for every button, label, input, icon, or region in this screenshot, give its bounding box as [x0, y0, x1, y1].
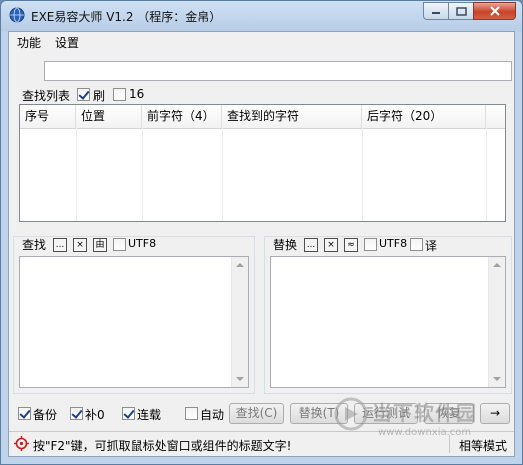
replace-scrollbar[interactable]	[488, 257, 505, 387]
status-hint: 按"F2"键，可抓取鼠标处窗口或组件的标题文字!	[33, 439, 292, 453]
scroll-up-icon[interactable]	[493, 263, 501, 267]
col-prefix[interactable]: 前字符（4）	[142, 105, 222, 128]
find-ellipsis-button[interactable]: ...	[53, 238, 67, 252]
column-divider	[222, 128, 223, 221]
find-label: 查找	[22, 238, 47, 252]
auto-label: 自动	[200, 408, 225, 422]
hex16-checkbox[interactable]	[113, 88, 126, 101]
pad-zero-checkbox[interactable]	[70, 407, 83, 420]
scroll-down-icon[interactable]	[236, 377, 244, 381]
app-window: EXE易容大师 V1.2 （程序：金帛） 功能 设置 查找列表 刷 16 序号 …	[0, 0, 523, 465]
replace-ellipsis-button[interactable]: ...	[304, 238, 318, 252]
app-globe-icon	[9, 7, 25, 23]
watermark-site-name: 当下软件园	[372, 401, 477, 425]
menu-bar: 功能 设置	[9, 32, 514, 51]
col-position[interactable]: 位置	[76, 105, 142, 128]
find-results-list[interactable]: 序号 位置 前字符（4） 查找到的字符 后字符（20）	[19, 104, 506, 222]
menu-function[interactable]: 功能	[15, 34, 43, 51]
find-clear-button[interactable]: ×	[73, 238, 87, 252]
replace-clear-button[interactable]: ×	[324, 238, 338, 252]
find-textarea[interactable]	[19, 256, 249, 388]
title-bar[interactable]: EXE易容大师 V1.2 （程序：金帛）	[1, 1, 522, 31]
window-controls	[423, 2, 516, 20]
replace-swap-button[interactable]: ≈	[344, 238, 358, 252]
column-divider	[362, 128, 363, 221]
title-text-input[interactable]	[44, 61, 512, 81]
refresh-checkbox[interactable]	[77, 88, 90, 101]
translate-checkbox[interactable]	[410, 238, 423, 251]
crosshair-icon	[14, 436, 29, 451]
close-icon	[489, 6, 500, 16]
find-utf8-label: UTF8	[128, 237, 157, 250]
continuous-checkbox[interactable]	[122, 407, 135, 420]
col-index[interactable]: 序号	[20, 105, 76, 128]
minimize-button[interactable]	[423, 2, 449, 20]
col-found[interactable]: 查找到的字符	[222, 105, 362, 128]
replace-textarea[interactable]	[270, 256, 506, 388]
watermark-badge-icon	[334, 397, 368, 431]
column-divider	[142, 128, 143, 221]
replace-label: 替换	[273, 238, 298, 252]
hex16-checkbox-label: 16	[129, 87, 145, 101]
column-divider	[486, 128, 487, 221]
find-button[interactable]: 查找(C)	[229, 403, 284, 424]
menu-settings[interactable]: 设置	[53, 34, 81, 51]
find-scrollbar[interactable]	[231, 257, 248, 387]
col-suffix[interactable]: 后字符（20）	[362, 105, 486, 128]
pad-zero-label: 补0	[85, 408, 105, 422]
window-title: EXE易容大师 V1.2 （程序：金帛）	[31, 10, 222, 24]
list-header: 序号 位置 前字符（4） 查找到的字符 后字符（20）	[20, 105, 505, 129]
backup-label: 备份	[33, 408, 58, 422]
minimize-icon	[432, 12, 440, 14]
backup-checkbox[interactable]	[18, 407, 31, 420]
watermark-url: www.downxia.com	[378, 427, 472, 438]
replace-utf8-checkbox[interactable]	[364, 238, 377, 251]
scroll-down-icon[interactable]	[493, 377, 501, 381]
translate-label: 译	[425, 239, 438, 253]
find-list-label: 查找列表	[22, 89, 71, 103]
maximize-icon	[455, 6, 467, 16]
replace-utf8-label: UTF8	[379, 237, 408, 250]
refresh-checkbox-label: 刷	[93, 89, 106, 103]
maximize-button[interactable]	[448, 2, 474, 20]
find-utf8-checkbox[interactable]	[113, 238, 126, 251]
auto-checkbox[interactable]	[185, 407, 198, 420]
continuous-label: 连载	[137, 408, 162, 422]
find-grab-button[interactable]: 由	[93, 238, 107, 252]
watermark-logo: 当下软件园 www.downxia.com	[334, 391, 514, 451]
close-button[interactable]	[473, 2, 516, 20]
scroll-up-icon[interactable]	[236, 263, 244, 267]
column-divider	[76, 128, 77, 221]
